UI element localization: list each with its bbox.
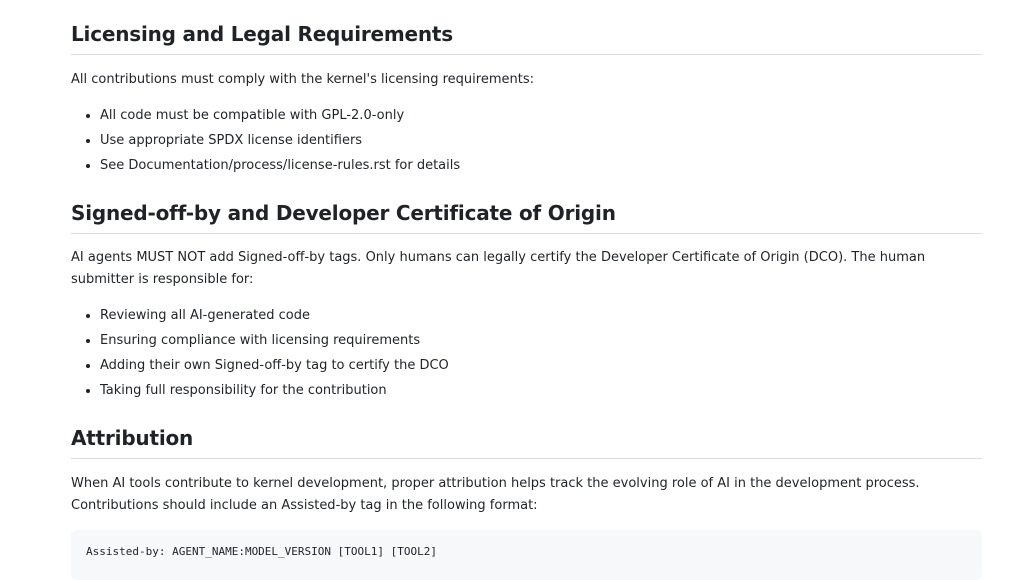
list-item: All code must be compatible with GPL-2.0… bbox=[100, 107, 982, 124]
section-heading-attribution: Attribution bbox=[71, 425, 982, 459]
code-text[interactable]: Assisted-by: AGENT_NAME:MODEL_VERSION [T… bbox=[86, 545, 437, 558]
section-heading-licensing: Licensing and Legal Requirements bbox=[71, 21, 982, 55]
list-item: Use appropriate SPDX license identifiers bbox=[100, 132, 982, 149]
list-item: See Documentation/process/license-rules.… bbox=[100, 157, 982, 174]
licensing-list: All code must be compatible with GPL-2.0… bbox=[71, 107, 982, 182]
list-item: Reviewing all AI-generated code bbox=[100, 307, 982, 324]
section-intro-licensing: All contributions must comply with the k… bbox=[71, 72, 534, 87]
section-intro-attribution: When AI tools contribute to kernel devel… bbox=[71, 476, 920, 513]
code-block[interactable]: Assisted-by: AGENT_NAME:MODEL_VERSION [T… bbox=[71, 530, 982, 580]
signed-off-list: Reviewing all AI-generated code Ensuring… bbox=[71, 307, 982, 407]
list-item: Ensuring compliance with licensing requi… bbox=[100, 332, 982, 349]
section-intro-signed-off: AI agents MUST NOT add Signed-off-by tag… bbox=[71, 250, 926, 287]
list-item: Adding their own Signed-off-by tag to ce… bbox=[100, 357, 982, 374]
list-item: Taking full responsibility for the contr… bbox=[100, 382, 982, 399]
section-heading-signed-off: Signed-off-by and Developer Certificate … bbox=[71, 200, 982, 234]
